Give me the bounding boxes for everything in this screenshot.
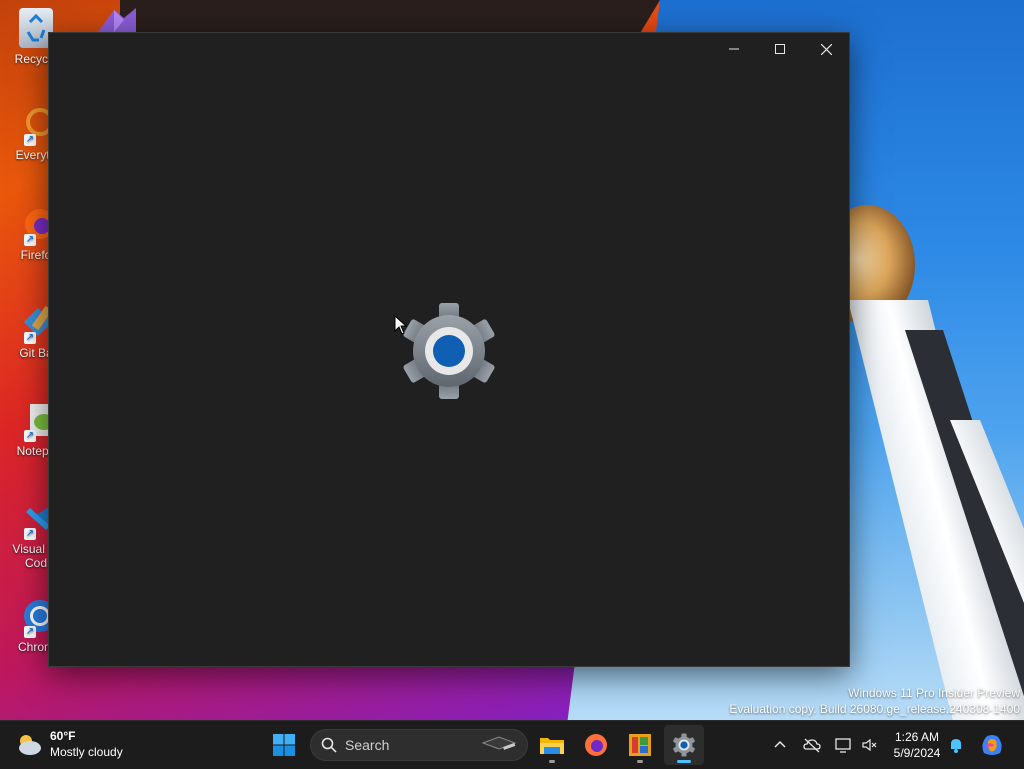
color-grid-icon — [629, 734, 651, 756]
search-label: Search — [345, 737, 390, 753]
shortcut-arrow-icon: ↗ — [24, 528, 36, 540]
running-indicator — [637, 760, 643, 763]
taskbar-app-settings[interactable] — [664, 725, 704, 765]
weather-widget[interactable]: 60°F Mostly cloudy — [14, 728, 123, 760]
clock-date: 5/9/2024 — [893, 746, 941, 760]
watermark-line1: Windows 11 Pro Insider Preview — [848, 686, 1020, 700]
taskbar-clock[interactable]: 1:26 AM 5/9/2024 — [890, 729, 944, 761]
shortcut-arrow-icon: ↗ — [24, 134, 36, 146]
maximize-button[interactable] — [757, 33, 803, 65]
watermark-line2: Evaluation copy. Build 26080.ge_release.… — [729, 702, 1020, 716]
windows-logo-icon — [273, 734, 295, 756]
notifications-button[interactable] — [946, 721, 966, 769]
speaker-muted-icon — [862, 738, 877, 752]
mouse-cursor-icon — [394, 314, 408, 335]
taskbar-app-color[interactable] — [620, 725, 660, 765]
settings-splash-logo — [399, 301, 499, 401]
graduation-cap-icon — [481, 736, 517, 750]
shortcut-arrow-icon: ↗ — [24, 332, 36, 344]
weather-condition: Mostly cloudy — [50, 745, 123, 759]
running-indicator — [549, 760, 555, 763]
window-titlebar[interactable] — [49, 33, 849, 65]
taskbar: 60°F Mostly cloudy Search 1:26 AM 5/9/20… — [0, 720, 1024, 769]
close-button[interactable] — [803, 33, 849, 65]
gear-icon — [673, 733, 695, 757]
chevron-up-icon — [774, 740, 786, 748]
volume-button[interactable] — [860, 721, 880, 769]
shortcut-arrow-icon: ↗ — [24, 626, 36, 638]
firefox-icon — [585, 734, 607, 756]
cloud-offline-icon — [803, 738, 821, 753]
network-icon — [835, 738, 851, 753]
taskbar-app-file-explorer[interactable] — [532, 725, 572, 765]
taskbar-app-firefox[interactable] — [576, 725, 616, 765]
network-button[interactable] — [834, 721, 854, 769]
start-button[interactable] — [264, 725, 304, 765]
search-icon — [321, 737, 337, 753]
minimize-button[interactable] — [711, 33, 757, 65]
windows-watermark: Windows 11 Pro Insider Preview Evaluatio… — [729, 685, 1020, 717]
close-icon — [820, 43, 832, 55]
clock-time: 1:26 AM — [894, 730, 940, 744]
bell-icon — [951, 739, 961, 753]
weather-temperature: 60°F — [50, 729, 76, 743]
settings-window[interactable] — [48, 32, 850, 667]
shortcut-arrow-icon: ↗ — [24, 430, 36, 442]
running-indicator-active — [677, 760, 691, 763]
visual-studio-icon[interactable] — [94, 6, 140, 32]
wallpaper-dark-strip — [120, 0, 660, 36]
folder-icon — [540, 738, 564, 754]
gear-icon — [403, 303, 495, 399]
maximize-icon — [775, 44, 785, 54]
minimize-icon — [729, 48, 739, 50]
show-hidden-icons-button[interactable] — [770, 721, 790, 769]
copilot-button[interactable] — [978, 721, 1006, 769]
cloudy-weather-icon — [19, 735, 41, 755]
shortcut-arrow-icon: ↗ — [24, 234, 36, 246]
copilot-icon — [982, 735, 1002, 755]
onedrive-status-button[interactable] — [802, 721, 822, 769]
taskbar-search[interactable]: Search — [310, 729, 528, 761]
